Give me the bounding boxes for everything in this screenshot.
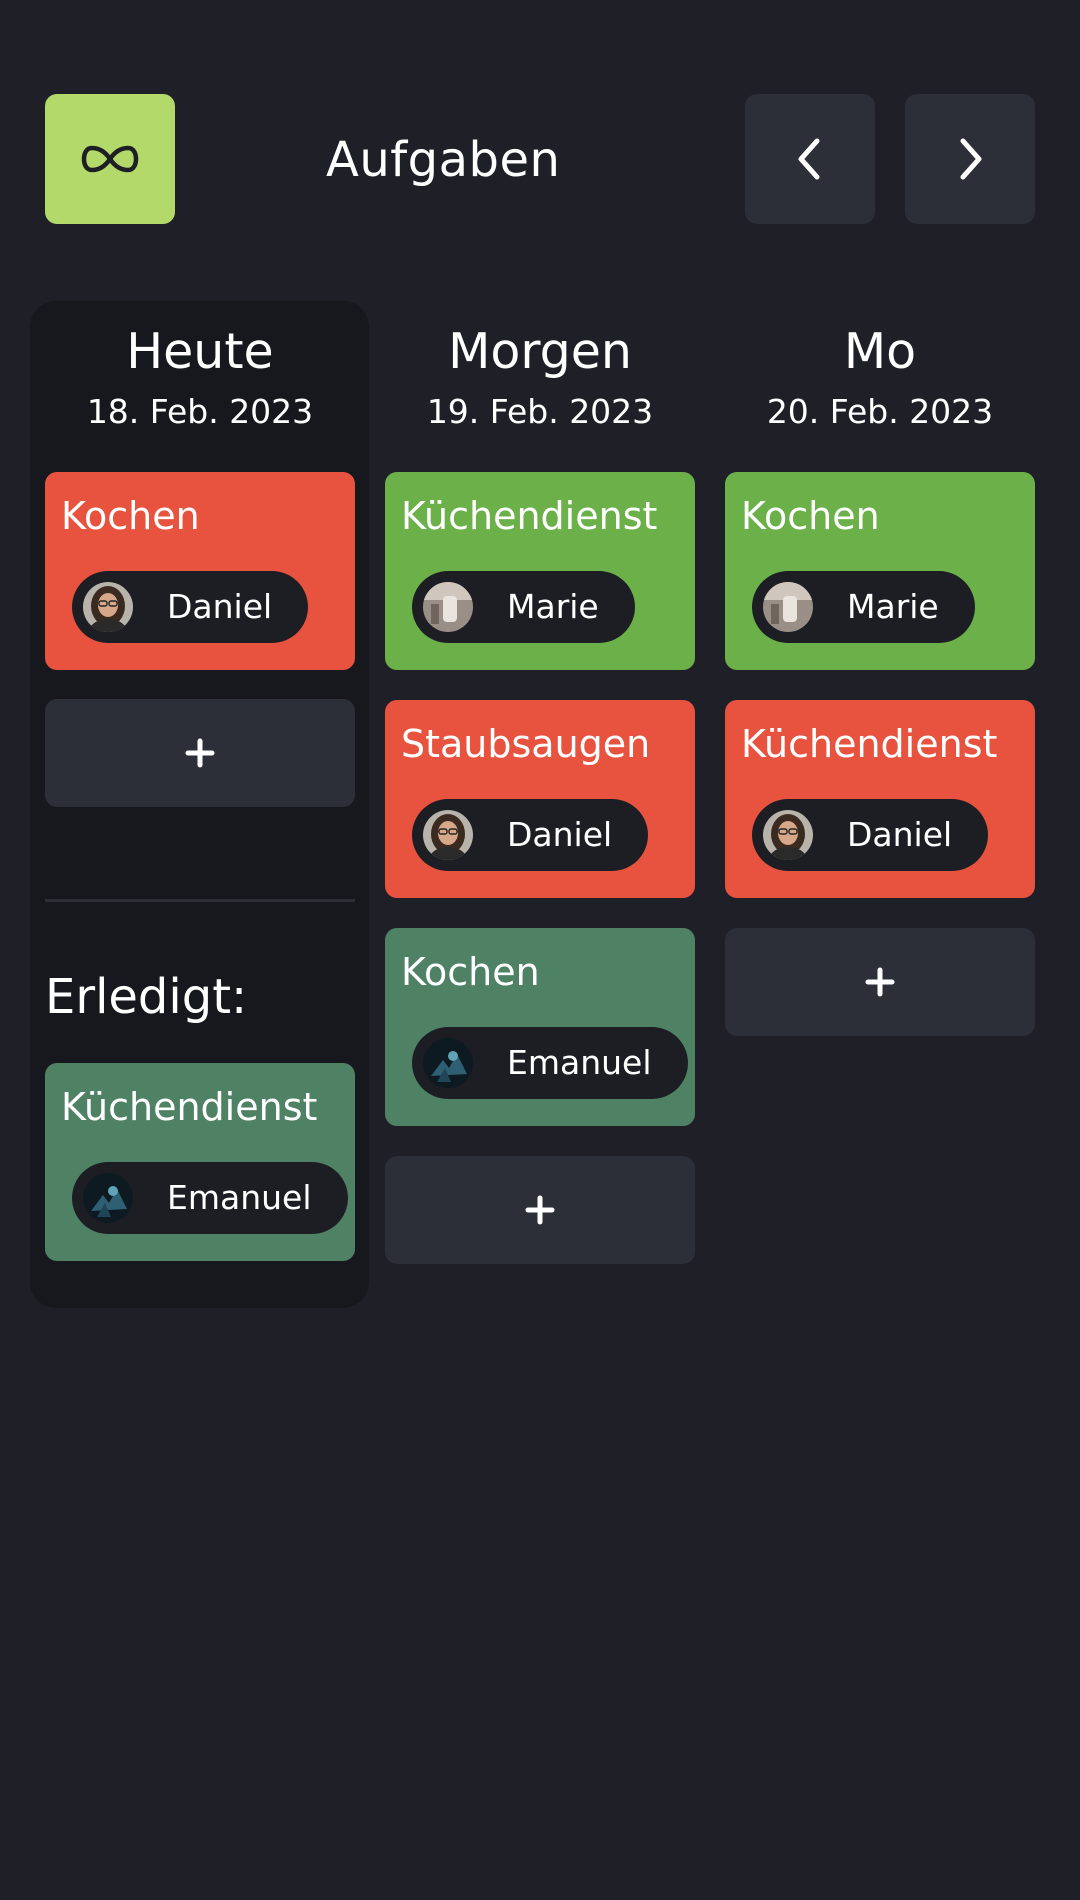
plus-icon	[865, 967, 895, 997]
avatar-emanuel	[423, 1038, 473, 1088]
task-title: Küchendienst	[61, 1085, 318, 1129]
day-name: Heute	[126, 323, 274, 380]
avatar-daniel	[763, 810, 813, 860]
assignee-chip[interactable]: Emanuel	[72, 1162, 348, 1234]
day-name: Mo	[843, 323, 917, 380]
task-title: Kochen	[61, 494, 200, 538]
avatar-emanuel	[83, 1173, 133, 1223]
day-date: 20. Feb. 2023	[766, 392, 994, 431]
task-card[interactable]: Küchendienst Daniel	[725, 700, 1035, 898]
add-task-button[interactable]	[385, 1156, 695, 1264]
day-date: 19. Feb. 2023	[426, 392, 654, 431]
assignee-chip[interactable]: Daniel	[72, 571, 309, 643]
task-title: Küchendienst	[401, 494, 658, 538]
assignee-name: Emanuel	[167, 1178, 312, 1217]
assignee-name: Marie	[847, 587, 939, 626]
day-name: Morgen	[448, 323, 632, 380]
avatar-marie	[763, 582, 813, 632]
avatar-daniel	[83, 582, 133, 632]
previous-days-button[interactable]	[745, 94, 875, 224]
task-card[interactable]: Kochen Daniel	[45, 472, 355, 670]
done-task-card[interactable]: Küchendienst Emanuel	[45, 1063, 355, 1261]
plus-icon	[185, 738, 215, 768]
infinity-icon	[81, 145, 139, 173]
day-date: 18. Feb. 2023	[86, 392, 314, 431]
avatar-daniel	[423, 810, 473, 860]
plus-icon	[525, 1195, 555, 1225]
assignee-chip[interactable]: Marie	[412, 571, 635, 643]
logo-button[interactable]	[45, 94, 175, 224]
task-card[interactable]: Kochen Marie	[725, 472, 1035, 670]
chevron-left-icon	[798, 138, 820, 180]
task-card[interactable]: Staubsaugen Daniel	[385, 700, 695, 898]
task-card[interactable]: Küchendienst Marie	[385, 472, 695, 670]
divider	[45, 899, 355, 902]
assignee-chip[interactable]: Marie	[752, 571, 975, 643]
next-days-button[interactable]	[905, 94, 1035, 224]
task-title: Staubsaugen	[401, 722, 651, 766]
assignee-name: Marie	[507, 587, 599, 626]
add-task-button[interactable]	[725, 928, 1035, 1036]
add-task-button[interactable]	[45, 699, 355, 807]
assignee-chip[interactable]: Emanuel	[412, 1027, 688, 1099]
chevron-right-icon	[960, 138, 982, 180]
assignee-chip[interactable]: Daniel	[412, 799, 649, 871]
task-title: Küchendienst	[741, 722, 998, 766]
assignee-name: Daniel	[847, 815, 953, 854]
assignee-name: Emanuel	[507, 1043, 652, 1082]
page-title: Aufgaben	[326, 132, 561, 188]
task-card[interactable]: Kochen Emanuel	[385, 928, 695, 1126]
task-title: Kochen	[401, 950, 540, 994]
task-title: Kochen	[741, 494, 880, 538]
assignee-chip[interactable]: Daniel	[752, 799, 989, 871]
assignee-name: Daniel	[507, 815, 613, 854]
assignee-name: Daniel	[167, 587, 273, 626]
avatar-marie	[423, 582, 473, 632]
done-heading: Erledigt:	[45, 969, 248, 1025]
